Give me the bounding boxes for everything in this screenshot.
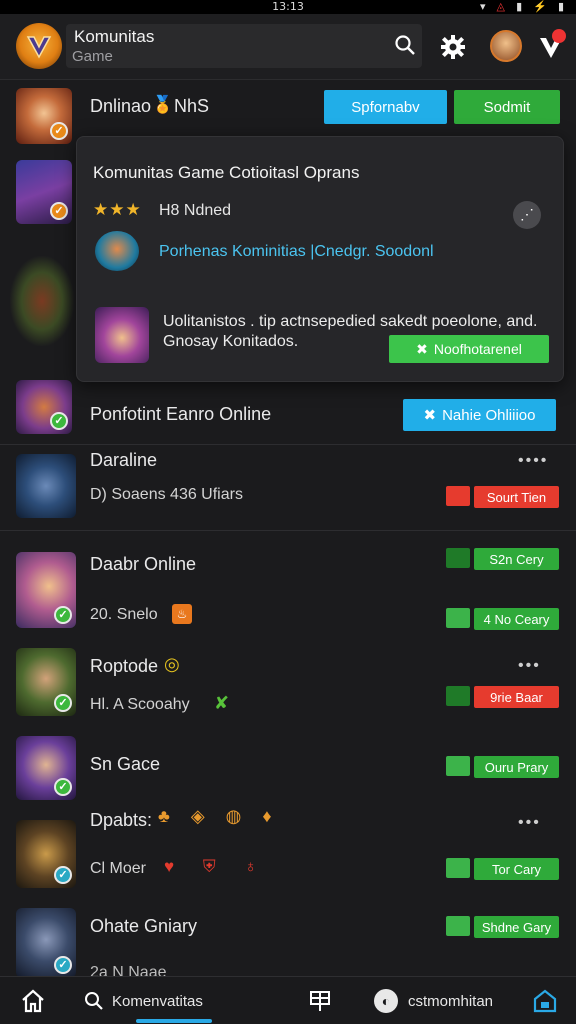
game-thumbnail[interactable]: ✓ — [16, 552, 76, 628]
game-character-art — [10, 256, 74, 346]
featured-button-label: Nahie Ohliiioo — [442, 406, 536, 424]
game-thumbnail[interactable]: ✓ — [16, 820, 76, 888]
list-item-button[interactable]: Sourt Tien — [474, 486, 559, 508]
more-options-icon[interactable]: ••• — [518, 814, 541, 832]
row-title-tail: NhS — [174, 96, 210, 116]
verified-icon: ✓ — [50, 412, 68, 430]
list-item-subtitle: D) Soaens 436 Ufiars — [90, 486, 243, 503]
list-item-title: Roptode — [90, 656, 159, 676]
user-avatar[interactable] — [490, 30, 522, 62]
bottom-nav: Komenvatitas ◐ cstmomhitan — [0, 976, 576, 1024]
featured-title: Ponfotint Eanro Online — [90, 404, 272, 424]
verified-icon: ✓ — [54, 866, 72, 884]
search-bar[interactable]: Komunitas Game — [66, 24, 422, 68]
status-swatch — [446, 548, 470, 568]
badge-icon: ✓ — [50, 122, 68, 140]
list-item-subtitle: 20. Snelo — [90, 606, 158, 623]
search-icon[interactable] — [394, 34, 416, 56]
list-item-title: Daraline — [90, 450, 158, 470]
status-swatch — [446, 916, 470, 936]
status-bar: 13:13 ▾ ◬ ▮ ⚡ ▮ — [0, 0, 576, 14]
featured-button[interactable]: ✖ Nahie Ohliiioo — [403, 399, 556, 431]
status-swatch — [446, 608, 470, 628]
gear-icon[interactable] — [440, 34, 466, 60]
clock-icon: ◐ — [374, 989, 398, 1013]
status-swatch — [446, 858, 470, 878]
nav-profile-label: cstmomhitan — [408, 993, 494, 1010]
close-icon: ✖ — [416, 340, 428, 357]
fire-icon: ♨ — [172, 604, 192, 624]
game-thumbnail[interactable]: ✓ — [16, 88, 72, 144]
message-line: Gnosay Konitados. — [163, 333, 299, 350]
community-avatar — [95, 231, 139, 271]
status-swatch — [446, 686, 470, 706]
nav-search[interactable]: Komenvatitas — [84, 989, 224, 1015]
list-item-button[interactable]: Tor Cary — [474, 858, 559, 880]
list-item-title: Daabr Online — [90, 554, 197, 574]
list-item-title: Ohate Gniary — [90, 916, 198, 936]
list-item-subtitle: Cl Moer — [90, 860, 147, 877]
star-rating-icon: ★★★ — [93, 200, 142, 219]
verified-icon: ✓ — [54, 778, 72, 796]
home-icon[interactable] — [20, 989, 46, 1013]
row-title: Dnlinao — [90, 96, 152, 116]
more-options-icon[interactable]: •••• — [518, 452, 548, 470]
verified-icon: ✓ — [54, 956, 72, 974]
nav-search-label: Komenvatitas — [112, 993, 203, 1010]
primary-button[interactable]: Spfornabv — [324, 90, 447, 124]
list-item-subtitle: Hl. A Scooahy — [90, 696, 190, 713]
app-subtitle: Game — [72, 48, 113, 65]
options-popup: Komunitas Game Cotioitasl Oprans ★★★ H8 … — [76, 136, 564, 382]
badge-icon: ✓ — [50, 202, 68, 220]
crossed-swords-icon: ✘ — [214, 693, 230, 713]
badge-icons: ♥ ⛨ ♁ — [164, 857, 270, 876]
submit-button[interactable]: Sodmit — [454, 90, 560, 124]
app-title: Komunitas — [74, 27, 155, 46]
list-item-button[interactable]: Shdne Gary — [474, 916, 559, 938]
list-item-button[interactable]: 4 No Ceary — [474, 608, 559, 630]
medal-icon: 🏅 — [152, 95, 174, 114]
divider — [0, 444, 576, 445]
notification-action-label: Noofhotarenel — [433, 341, 522, 357]
community-link[interactable]: Porhenas Kominitias |Cnedgr. Soodonl — [159, 243, 434, 261]
verified-icon: ✓ — [54, 606, 72, 624]
status-time: 13:13 — [272, 0, 304, 13]
list-item-button[interactable]: Ouru Prary — [474, 756, 559, 778]
app-logo-icon[interactable] — [16, 23, 62, 69]
list-item-title: Sn Gace — [90, 754, 161, 774]
status-swatch — [446, 756, 470, 776]
game-thumbnail[interactable]: ✓ — [16, 380, 72, 434]
rating-text: H8 Ndned — [159, 202, 232, 219]
coin-icon: ◎ — [164, 654, 180, 674]
search-icon — [85, 992, 103, 1010]
app-header: Komunitas Game — [0, 14, 576, 80]
list-item-button[interactable]: S2n Cery — [474, 548, 559, 570]
library-icon[interactable] — [308, 989, 332, 1013]
game-thumbnail[interactable]: ✓ — [16, 648, 76, 716]
game-thumbnail[interactable]: ✓ — [16, 908, 76, 978]
game-thumbnail[interactable]: ✓ — [16, 160, 72, 224]
game-thumbnail[interactable]: ✓ — [16, 736, 76, 800]
divider — [0, 530, 576, 531]
status-swatch — [446, 486, 470, 506]
list-item-button[interactable]: 9rie Baar — [474, 686, 559, 708]
message-avatar — [95, 307, 149, 363]
loot-icons: ♣ ◈ ◍ ♦ — [158, 806, 280, 826]
more-options-icon[interactable]: ⋰ — [513, 201, 541, 229]
store-icon[interactable] — [532, 989, 558, 1013]
more-options-icon[interactable]: ••• — [518, 657, 541, 675]
verified-icon: ✓ — [54, 694, 72, 712]
close-icon: ✖ — [423, 407, 437, 424]
popup-title: Komunitas Game Cotioitasl Oprans — [93, 163, 360, 182]
nav-profile[interactable]: ◐ cstmomhitan — [374, 989, 524, 1015]
game-thumbnail[interactable] — [16, 454, 76, 518]
message-line: Uolitanistos . tip actnsepedied sakedt p… — [163, 313, 538, 330]
list-item-title: Dpabts: — [90, 810, 153, 830]
notification-shield-icon[interactable] — [536, 28, 566, 64]
notification-action-button[interactable]: ✖ Noofhotarenel — [389, 335, 549, 363]
active-tab-indicator — [136, 1019, 212, 1023]
status-icons: ▾ ◬ ▮ ⚡ ▮ — [479, 1, 568, 13]
